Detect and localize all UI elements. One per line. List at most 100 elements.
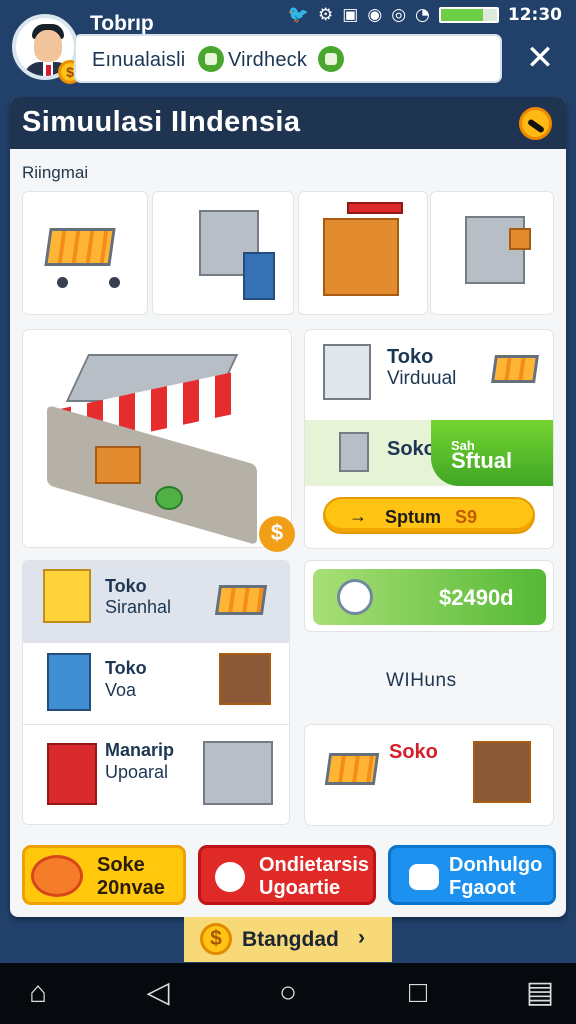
menu-icon[interactable]: ▤: [522, 976, 558, 1012]
message-icon: ▣: [342, 5, 359, 25]
face-shape: [34, 30, 62, 62]
sausage-icon: [31, 855, 83, 897]
crate-icon: [219, 653, 271, 705]
red-action-button[interactable]: Ondietarsis Ugoartie: [198, 845, 376, 905]
arrow-right-icon: →: [349, 506, 367, 526]
yellow-action-button[interactable]: Soke 20nvae: [22, 845, 186, 905]
toko-virtual-row[interactable]: Toko Virduual: [305, 330, 553, 418]
price-button[interactable]: → Sptum S9: [323, 497, 535, 534]
settings-icon: ⚙: [318, 5, 334, 25]
search-text: Eınualaisli: [92, 49, 186, 71]
plant-icon: [155, 486, 183, 510]
money-card[interactable]: $2490d: [304, 560, 554, 632]
coin-icon: $: [200, 923, 232, 955]
fridge-icon: [323, 344, 371, 400]
coin-button[interactable]: [519, 107, 552, 140]
bottom-strip-button[interactable]: $ Btangdad ›: [184, 917, 392, 962]
store-boxes-icon: [95, 446, 141, 484]
red-button-line2: Ugoartie: [259, 877, 341, 899]
red-box-icon: [47, 743, 97, 805]
produce-stand-icon: [473, 741, 531, 803]
android-navigation-bar: ⌂ ◁ ○ □ ▤: [0, 963, 576, 1024]
search-panel[interactable]: Eınualaisli Virdheck: [74, 34, 502, 83]
red-button-line1: Ondietarsis: [259, 854, 370, 876]
record-icon: ◎: [391, 5, 407, 25]
store3-title: Manarip: [105, 740, 175, 760]
battery-icon: [438, 7, 499, 23]
price-value: S9: [455, 507, 478, 527]
toko-virtual-title: Toko: [387, 346, 434, 368]
status-bar: Tobrıp 🐦 ⚙ ▣ ◉ ◎ ◔ 12:30: [0, 0, 576, 35]
page-title: Simuulasi IIndensia: [22, 106, 301, 138]
shopping-cart-icon: [491, 355, 539, 383]
soko-bottom-title: Soko: [389, 741, 438, 763]
shelf-item-card[interactable]: [430, 191, 554, 315]
yellow-button-line1: Soke: [97, 854, 145, 876]
basket-icon: [339, 432, 369, 472]
goods-box-icon: [509, 228, 531, 250]
clock-icon: [337, 579, 373, 615]
counter-item-card[interactable]: [298, 191, 428, 315]
section-label: Riingmai: [22, 163, 89, 182]
soko-title: Soko: [387, 438, 436, 460]
wifi-icon: ◔: [415, 5, 430, 25]
list-item[interactable]: Toko Voa: [23, 643, 289, 725]
shopping-cart-icon: [44, 228, 116, 266]
trash-bin-icon: [243, 252, 275, 300]
recent-apps-icon[interactable]: □: [400, 976, 436, 1012]
username: Tobrıp: [90, 12, 154, 35]
goods-shelf-icon: [465, 216, 525, 284]
shopping-cart-icon: [214, 585, 268, 615]
blue-button-line2: Fgaoot: [449, 877, 516, 899]
gear-icon: [215, 862, 245, 892]
status-icons: 🐦 ⚙ ▣ ◉ ◎ ◔ 12:30: [288, 5, 562, 25]
cart-wheel-icon: [57, 277, 68, 288]
soko-bottom-card[interactable]: Soko: [304, 724, 554, 826]
store1-sub: Siranhal: [105, 597, 172, 617]
list-item[interactable]: Manarip Upoaral: [23, 725, 289, 824]
alarm-icon: ◉: [367, 5, 383, 25]
time: 12:30: [507, 5, 562, 25]
store-list: Toko Siranhal Toko Voa Manarip Upoaral: [22, 560, 290, 825]
chat-icon: [318, 46, 344, 72]
shopping-cart-icon: [324, 753, 380, 785]
back-icon[interactable]: ◁: [140, 976, 176, 1012]
money-value: $2490d: [439, 585, 514, 610]
dollar-badge-icon: $: [259, 516, 295, 552]
home-icon[interactable]: ⌂: [20, 976, 56, 1012]
vendor-label: WIHuns: [386, 670, 457, 691]
tie-shape: [46, 65, 51, 76]
animal-icon: [409, 864, 439, 890]
soko-sub: Sftual: [451, 448, 513, 473]
list-item[interactable]: Toko Siranhal: [23, 561, 289, 643]
cart-item-card[interactable]: [22, 191, 148, 315]
soko-green-tag[interactable]: Sah Sftual: [431, 420, 553, 486]
toko-virtual-sub: Virduual: [387, 368, 457, 389]
home-circle-icon[interactable]: ○: [270, 976, 306, 1012]
store1-title: Toko: [105, 576, 147, 596]
store2-sub: Voa: [105, 680, 137, 700]
title-bar: Simuulasi IIndensia: [10, 97, 566, 149]
tools-icon[interactable]: ✕: [520, 38, 560, 78]
verified-text: Virdheck: [228, 49, 308, 71]
boxes-icon: [43, 569, 91, 623]
store-preview-card[interactable]: $: [22, 329, 295, 552]
fridge-item-card[interactable]: [152, 191, 294, 315]
price-label: Sptum: [385, 507, 441, 527]
store-options-card: Toko Virduual Soko Sah Sftual → Sptum S9: [304, 329, 554, 549]
jar-icon: [47, 653, 91, 711]
verified-check-icon: [198, 46, 224, 72]
freezer-icon: [203, 741, 273, 805]
game-panel: Simuulasi IIndensia Riingmai $ Toko Vird…: [10, 97, 566, 917]
bottom-strip-label: Btangdad: [242, 928, 339, 951]
money-bar[interactable]: $2490d: [313, 569, 546, 625]
store3-sub: Upoaral: [105, 762, 169, 782]
chevron-right-icon: ›: [358, 926, 365, 949]
store2-title: Toko: [105, 658, 147, 678]
blue-action-button[interactable]: Donhulgo Fgaoot: [388, 845, 556, 905]
cart-wheel-icon: [109, 277, 120, 288]
yellow-button-line2: 20nvae: [97, 877, 165, 899]
twitter-icon: 🐦: [287, 5, 310, 25]
soko-row[interactable]: Soko Sah Sftual: [305, 420, 553, 486]
register-top-icon: [347, 202, 403, 214]
